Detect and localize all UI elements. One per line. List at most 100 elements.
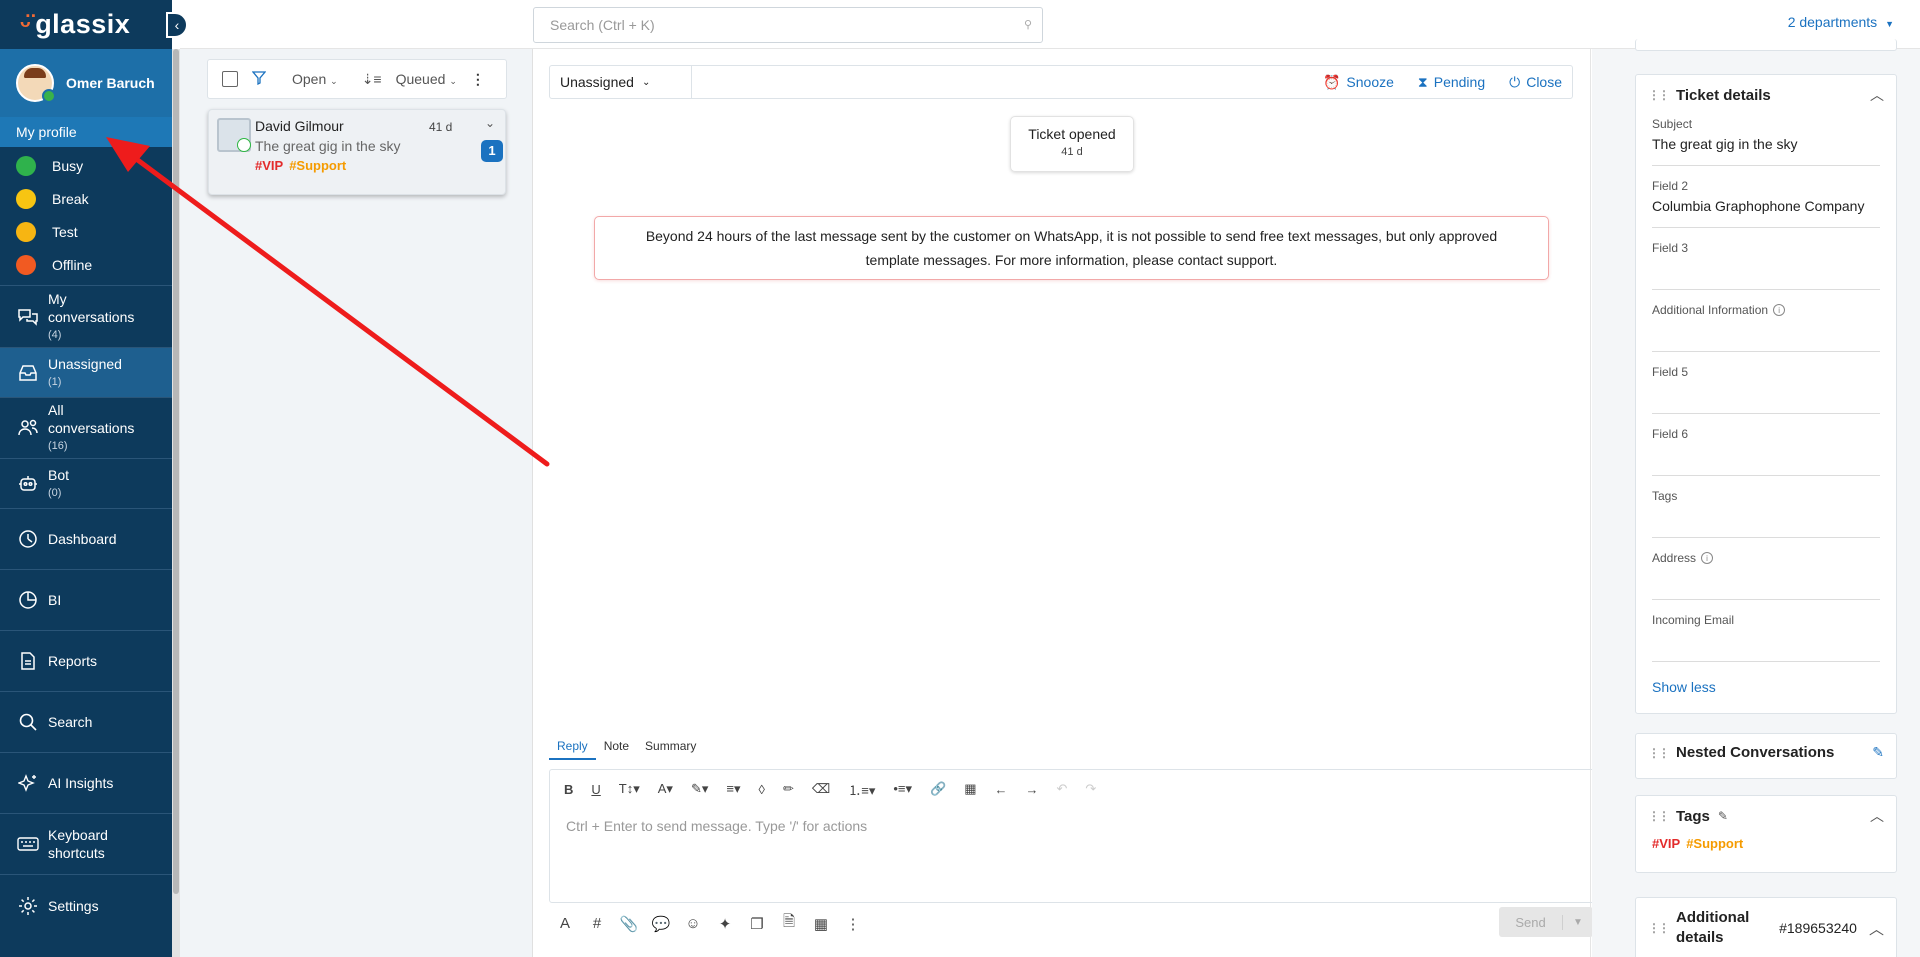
emoji-icon[interactable]: ☺ bbox=[677, 915, 709, 932]
user-profile[interactable]: Omer Baruch bbox=[0, 49, 172, 117]
additional-details-header[interactable]: ⋮⋮ Additional details #189653240 ︿ bbox=[1636, 898, 1896, 957]
show-less-link[interactable]: Show less bbox=[1636, 673, 1896, 707]
close-button[interactable]: ⏻ Close bbox=[1509, 74, 1562, 91]
text-format-icon[interactable]: A bbox=[549, 915, 581, 932]
sort-icon[interactable]: ⇣≡ bbox=[362, 71, 382, 88]
drag-handle-icon[interactable]: ⋮⋮ bbox=[1648, 746, 1670, 760]
field-label: Additional Information bbox=[1652, 302, 1769, 317]
info-icon[interactable]: i bbox=[1701, 551, 1714, 564]
redo-icon[interactable]: ↷ bbox=[1085, 781, 1096, 797]
filter-icon[interactable] bbox=[251, 70, 267, 88]
brush-icon[interactable]: ✏ bbox=[783, 781, 794, 797]
incoming-email-input[interactable] bbox=[1652, 628, 1880, 662]
chevron-up-icon[interactable]: ︿ bbox=[1870, 806, 1884, 826]
field-6-input[interactable] bbox=[1652, 442, 1880, 476]
bold-icon[interactable]: B bbox=[564, 782, 573, 797]
sort-dropdown[interactable]: Queued ⌄ bbox=[396, 71, 457, 87]
nav-bi[interactable]: BI bbox=[0, 570, 172, 631]
drag-handle-icon[interactable]: ⋮⋮ bbox=[1648, 88, 1670, 102]
more-options-icon[interactable]: ⋮ bbox=[471, 71, 485, 88]
field-5-input[interactable] bbox=[1652, 380, 1880, 414]
departments-dropdown[interactable]: 2 departments ▼ bbox=[1788, 14, 1894, 30]
attachment-icon[interactable]: 📎 bbox=[613, 915, 645, 933]
nav-all-conversations[interactable]: All conversations (16) bbox=[0, 398, 172, 459]
tag-support[interactable]: #Support bbox=[1686, 836, 1743, 851]
pencil-icon[interactable]: ✎ bbox=[1718, 809, 1728, 823]
highlighter-icon[interactable]: ✎▾ bbox=[691, 781, 708, 797]
copy-icon[interactable]: ❐ bbox=[741, 915, 773, 933]
link-icon[interactable]: 🔗 bbox=[930, 781, 946, 797]
pending-button[interactable]: ⧗ Pending bbox=[1418, 74, 1485, 91]
drag-handle-icon[interactable]: ⋮⋮ bbox=[1648, 921, 1670, 935]
additional-information-input[interactable] bbox=[1652, 318, 1880, 352]
magic-wand-icon[interactable]: ✦ bbox=[709, 915, 741, 933]
message-input[interactable]: Ctrl + Enter to send message. Type '/' f… bbox=[550, 808, 1594, 844]
grid-icon[interactable]: ▦ bbox=[805, 915, 837, 933]
sidebar-scrollbar[interactable] bbox=[172, 49, 180, 957]
chevron-down-icon[interactable]: ⌄ bbox=[485, 116, 495, 130]
my-profile-link[interactable]: My profile bbox=[0, 117, 172, 147]
undo-icon[interactable]: ↶ bbox=[1057, 781, 1068, 797]
nav-settings[interactable]: Settings bbox=[0, 875, 172, 936]
power-icon: ⏻ bbox=[1509, 73, 1521, 90]
status-test[interactable]: Test bbox=[0, 215, 172, 248]
ticket-details-header[interactable]: ⋮⋮ Ticket details ︿ bbox=[1636, 75, 1896, 115]
indent-icon[interactable]: → bbox=[1026, 782, 1039, 797]
nav-search[interactable]: Search bbox=[0, 692, 172, 753]
more-options-icon[interactable]: ⋮ bbox=[837, 915, 869, 933]
tab-summary[interactable]: Summary bbox=[637, 739, 704, 760]
canned-response-icon[interactable]: 💬 bbox=[645, 915, 677, 933]
field-2-input[interactable]: Columbia Graphophone Company bbox=[1652, 194, 1880, 228]
drag-handle-icon[interactable]: ⋮⋮ bbox=[1648, 809, 1670, 823]
logo: ᵕ̈ glassix bbox=[0, 0, 172, 49]
conversation-panel: Unassigned ⌄ ⏰ Snooze ⧗ Pending ⏻ Close Tic… bbox=[533, 49, 1595, 957]
status-offline[interactable]: Offline bbox=[0, 248, 172, 281]
nav-count: (16) bbox=[48, 440, 68, 452]
assignee-dropdown[interactable]: Unassigned ⌄ bbox=[550, 66, 692, 98]
color-drop-icon[interactable]: ◊ bbox=[759, 782, 765, 797]
select-all-checkbox[interactable] bbox=[222, 71, 238, 87]
nav-my-conversations[interactable]: My conversations (4) bbox=[0, 286, 172, 348]
info-icon[interactable]: i bbox=[1773, 303, 1786, 316]
field-3-input[interactable] bbox=[1652, 256, 1880, 290]
tags-input[interactable] bbox=[1652, 504, 1880, 538]
pdf-icon[interactable]: 🗎 bbox=[773, 911, 805, 936]
nav-bot[interactable]: Bot (0) bbox=[0, 459, 172, 509]
font-size-icon[interactable]: T↕▾ bbox=[619, 781, 640, 797]
chevron-down-icon[interactable]: ▼ bbox=[1563, 917, 1593, 928]
status-break[interactable]: Break bbox=[0, 182, 172, 215]
edit-icon[interactable]: ✎ bbox=[1872, 744, 1884, 761]
tab-reply[interactable]: Reply bbox=[549, 739, 596, 760]
ordered-list-icon[interactable]: ⒈≡▾ bbox=[848, 780, 875, 799]
nav-dashboard[interactable]: Dashboard bbox=[0, 509, 172, 570]
address-input[interactable] bbox=[1652, 566, 1880, 600]
underline-icon[interactable]: U bbox=[591, 782, 600, 797]
snooze-button[interactable]: ⏰ Snooze bbox=[1323, 74, 1394, 91]
tab-note[interactable]: Note bbox=[596, 739, 637, 760]
table-icon[interactable]: ▦ bbox=[964, 781, 976, 797]
nav-reports[interactable]: Reports bbox=[0, 631, 172, 692]
global-search-input[interactable]: Search (Ctrl + K) ⚲ bbox=[533, 7, 1043, 43]
hashtag-icon[interactable]: # bbox=[581, 915, 613, 932]
tag-vip[interactable]: #VIP bbox=[1652, 836, 1680, 851]
bullet-list-icon[interactable]: •≡▾ bbox=[893, 781, 912, 797]
status-busy[interactable]: Busy bbox=[0, 149, 172, 182]
font-color-icon[interactable]: A▾ bbox=[658, 781, 673, 797]
nav-ai-insights[interactable]: AI Insights bbox=[0, 753, 172, 814]
ticket-card[interactable]: David Gilmour 41 d ⌄ The great gig in th… bbox=[208, 109, 506, 195]
tags-header[interactable]: ⋮⋮ Tags ✎ ︿ bbox=[1636, 796, 1896, 836]
nested-conversations-header[interactable]: ⋮⋮ Nested Conversations ✎ bbox=[1636, 734, 1896, 771]
chevron-up-icon[interactable]: ︿ bbox=[1870, 85, 1884, 105]
status-filter-dropdown[interactable]: Open ⌄ bbox=[292, 71, 338, 87]
send-button[interactable]: Send ▼ bbox=[1499, 907, 1593, 937]
align-icon[interactable]: ≡▾ bbox=[726, 781, 740, 797]
editor-toolbar: B U T↕▾ A▾ ✎▾ ≡▾ ◊ ✏ ⌫ ⒈≡▾ •≡▾ 🔗 ▦ ← → ↶… bbox=[550, 770, 1594, 808]
nav-keyboard-shortcuts[interactable]: Keyboard shortcuts bbox=[0, 814, 172, 875]
outdent-icon[interactable]: ← bbox=[995, 782, 1008, 797]
chevron-up-icon[interactable]: ︿ bbox=[1869, 918, 1884, 939]
subject-field[interactable]: The great gig in the sky bbox=[1652, 132, 1880, 166]
eraser-icon[interactable]: ⌫ bbox=[812, 781, 830, 797]
field-label: Address bbox=[1652, 550, 1697, 565]
nav-unassigned[interactable]: Unassigned (1) bbox=[0, 348, 172, 398]
scrollbar-thumb[interactable] bbox=[173, 49, 179, 894]
